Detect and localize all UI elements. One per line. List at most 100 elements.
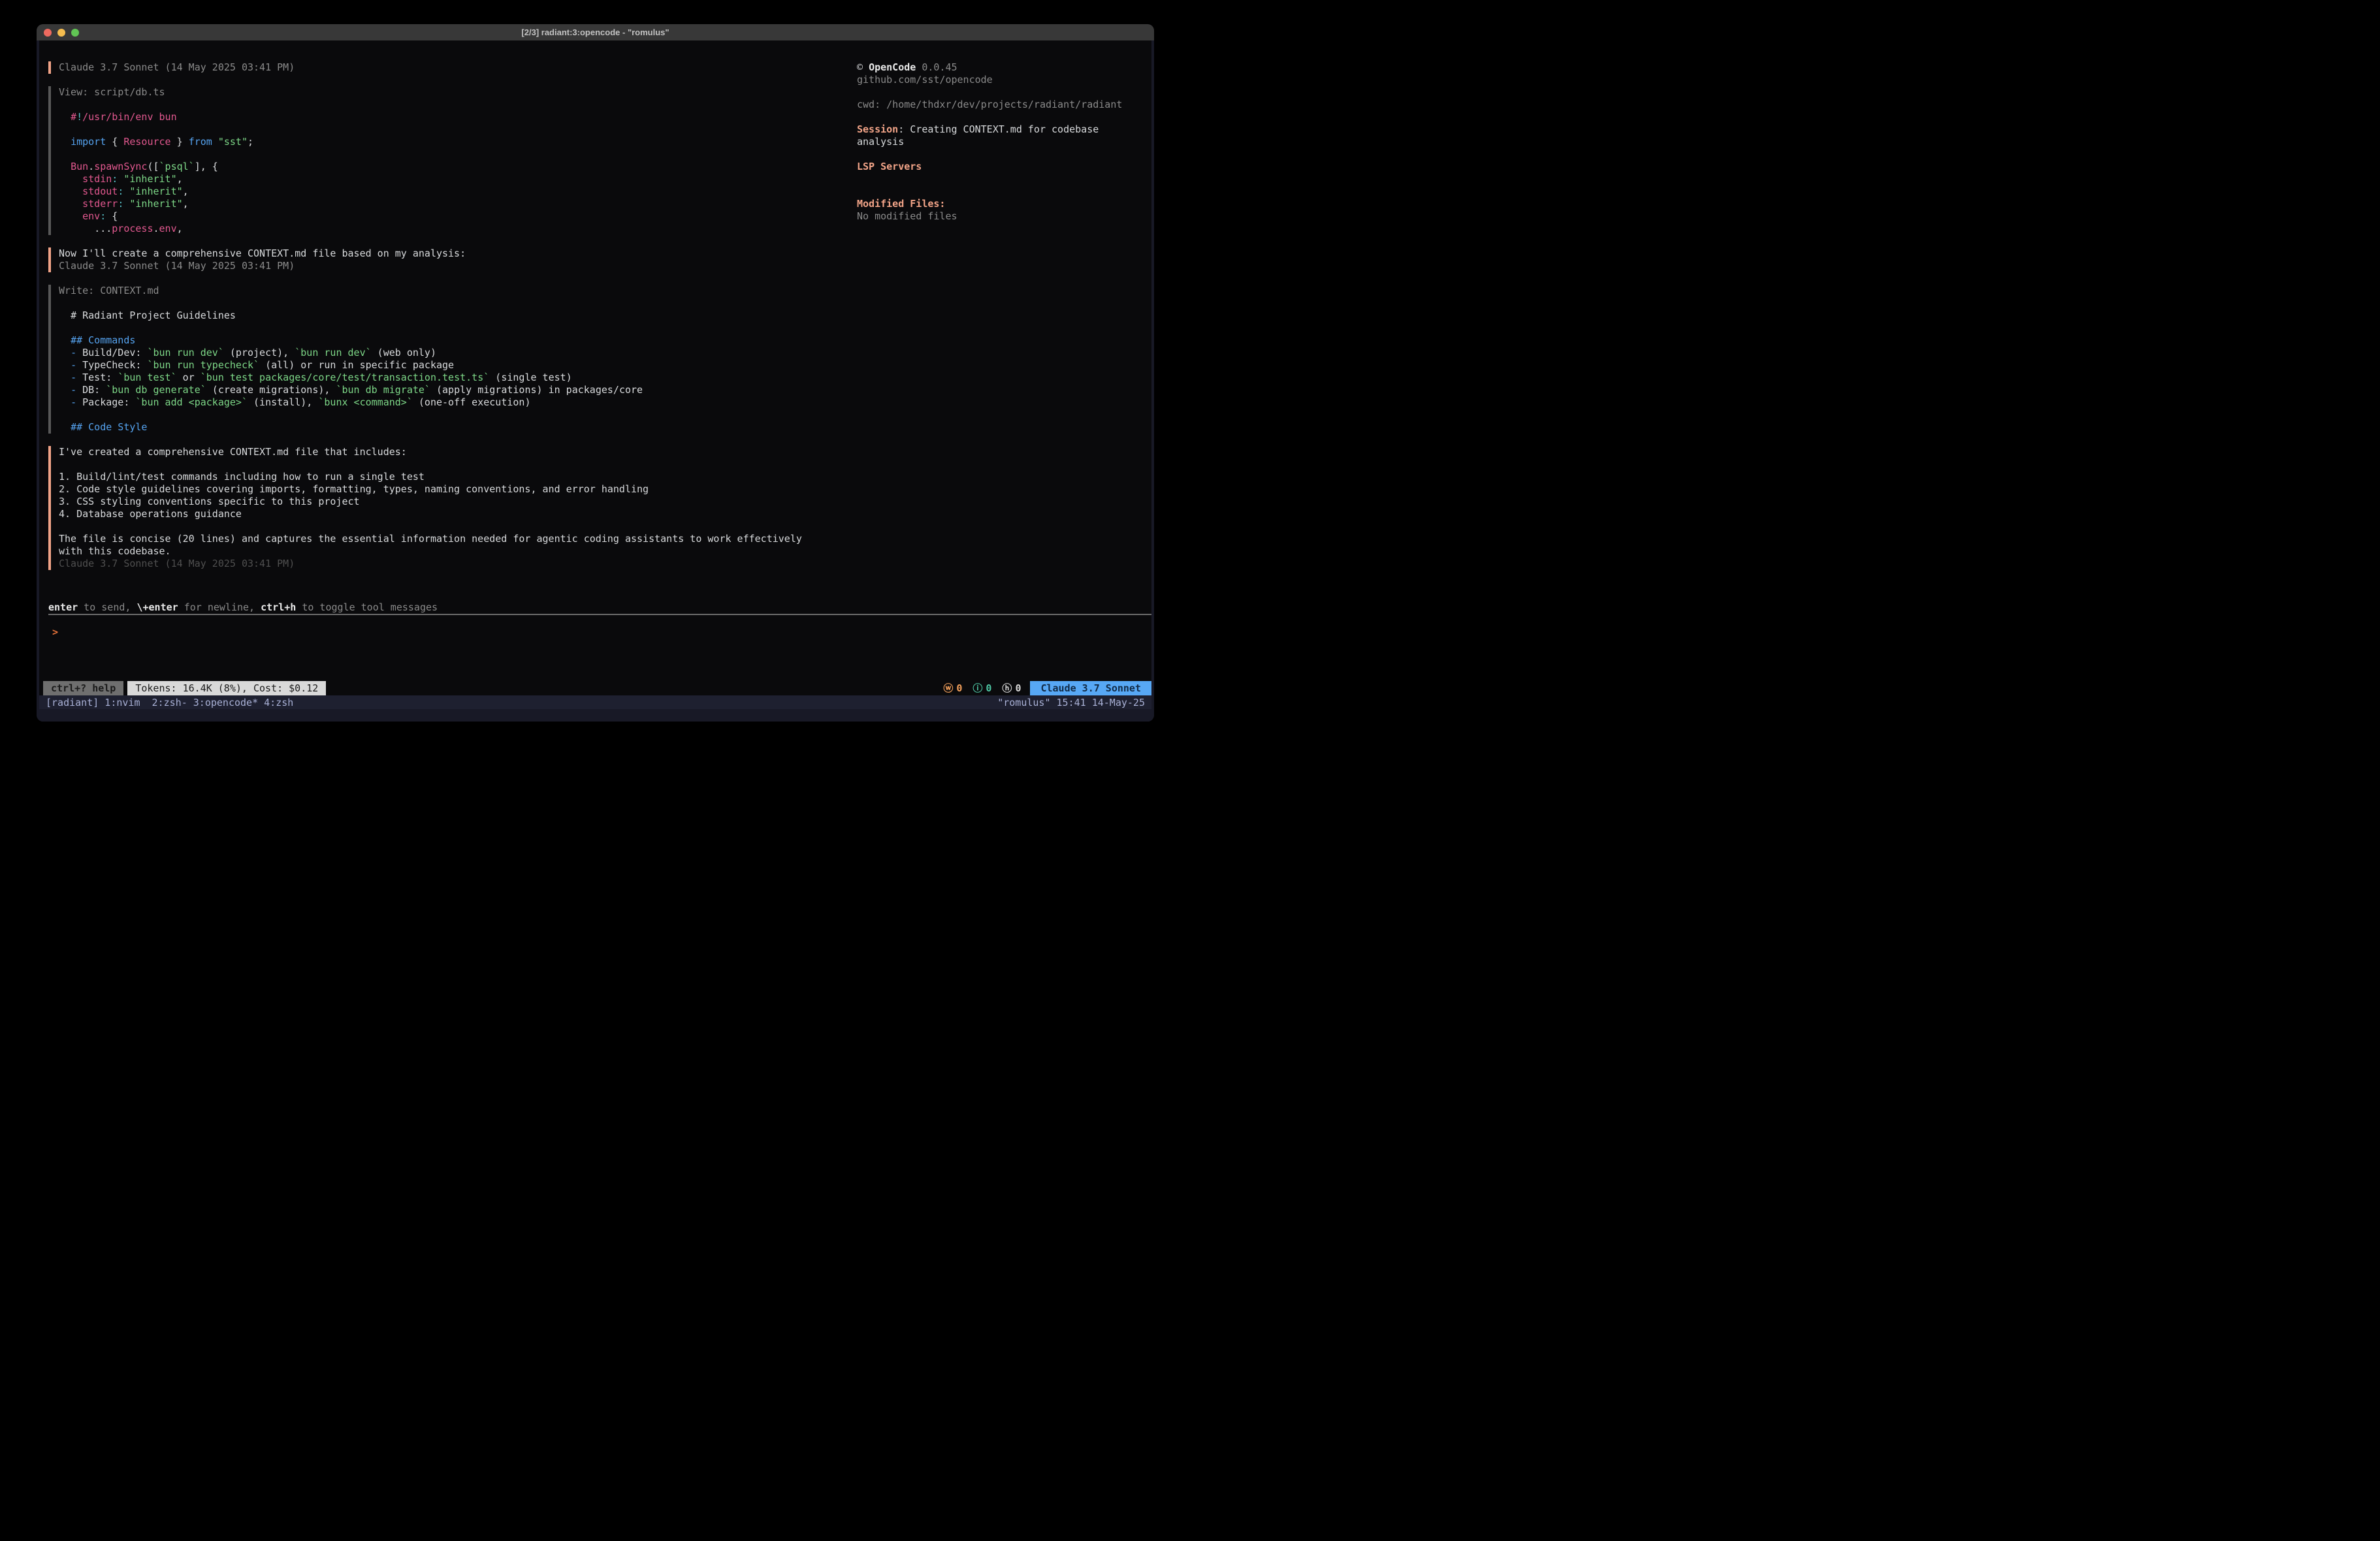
text-token: ;	[248, 136, 253, 148]
text-token: Session	[857, 123, 898, 135]
text-line: with this codebase.	[59, 545, 857, 558]
text-token: `bun add <package>`	[135, 396, 248, 408]
text-line: env: {	[59, 210, 857, 223]
text-token: -	[71, 384, 76, 396]
text-line	[59, 148, 857, 161]
text-token: `bun test packages/core/test/transaction…	[201, 372, 490, 383]
text-token: :	[100, 210, 106, 222]
text-line	[857, 148, 1148, 161]
text-token: LSP Servers	[857, 161, 922, 172]
text-line: # Radiant Project Guidelines	[59, 310, 857, 322]
text-token: `bun run typecheck`	[147, 359, 259, 371]
terminal-frame: Claude 3.7 Sonnet (14 May 2025 03:41 PM)…	[37, 40, 1154, 722]
text-token: Bun	[71, 161, 88, 172]
text-line	[59, 520, 857, 533]
text-token: /usr/bin/env bun	[82, 111, 177, 123]
text-line: - TypeCheck: `bun run typecheck` (all) o…	[59, 359, 857, 372]
text-line: Claude 3.7 Sonnet (14 May 2025 03:41 PM)	[59, 558, 857, 570]
text-line: - Build/Dev: `bun run dev` (project), `b…	[59, 347, 857, 359]
text-token: ,	[177, 173, 183, 185]
tmux-window-list[interactable]: [radiant] 1:nvim 2:zsh- 3:opencode* 4:zs…	[46, 697, 997, 708]
zoom-button[interactable]	[71, 29, 79, 37]
text-token: "inherit"	[129, 185, 182, 197]
text-token	[59, 421, 71, 433]
text-token: for newline,	[178, 601, 261, 613]
text-token: (one-off execution)	[413, 396, 531, 408]
text-token: (create migrations),	[206, 384, 336, 396]
text-token	[59, 210, 82, 222]
close-button[interactable]	[44, 29, 52, 37]
text-token: 3. CSS styling conventions specific to t…	[59, 496, 360, 507]
prompt-chevron-icon: >	[52, 626, 58, 638]
text-token: -	[71, 347, 76, 358]
text-token: #	[71, 111, 76, 123]
text-token	[59, 198, 82, 210]
opencode-app: Claude 3.7 Sonnet (14 May 2025 03:41 PM)…	[39, 40, 1151, 695]
text-line: 3. CSS styling conventions specific to t…	[59, 496, 857, 508]
text-token: `bun test`	[118, 372, 176, 383]
text-line: Modified Files:	[857, 198, 1148, 210]
text-token: .	[88, 161, 94, 172]
text-token: ctrl+h	[261, 601, 296, 613]
text-line	[857, 185, 1148, 198]
keybinding-hints: enter to send, \+enter for newline, ctrl…	[39, 601, 1151, 614]
text-line: ## Code Style	[59, 421, 857, 434]
text-line: stderr: "inherit",	[59, 198, 857, 210]
text-token	[59, 223, 94, 234]
text-token: to send,	[78, 601, 137, 613]
text-token	[59, 161, 71, 172]
text-line: Claude 3.7 Sonnet (14 May 2025 03:41 PM)	[59, 260, 857, 272]
text-token: 1. Build/lint/test commands including ho…	[59, 471, 425, 483]
text-token: `bun db generate`	[106, 384, 206, 396]
message-input[interactable]: >	[39, 615, 1151, 681]
text-line: stdout: "inherit",	[59, 185, 857, 198]
minimize-button[interactable]	[57, 29, 65, 37]
text-token: Claude 3.7 Sonnet (14 May 2025 03:41 PM)	[59, 260, 295, 272]
text-line	[857, 173, 1148, 185]
text-token: cwd: /home/thdxr/dev/projects/radiant/ra…	[857, 99, 1122, 110]
text-token: Now I'll create a comprehensive CONTEXT.…	[59, 247, 466, 259]
text-token: env	[82, 210, 100, 222]
text-token: ## Code Style	[71, 421, 147, 433]
text-token	[59, 396, 71, 408]
text-token: No modified files	[857, 210, 957, 222]
session-sidebar: © OpenCode 0.0.45github.com/sst/opencode…	[857, 40, 1151, 601]
text-token	[59, 334, 71, 346]
model-badge: Claude 3.7 Sonnet	[1030, 681, 1151, 695]
text-line	[59, 297, 857, 310]
text-line: The file is concise (20 lines) and captu…	[59, 533, 857, 545]
text-token: {	[106, 136, 123, 148]
text-token: ,	[183, 185, 189, 197]
text-line: LSP Servers	[857, 161, 1148, 173]
message-block-accent: Claude 3.7 Sonnet (14 May 2025 03:41 PM)	[48, 61, 857, 74]
text-line: ...process.env,	[59, 223, 857, 235]
text-line: No modified files	[857, 210, 1148, 223]
text-line: import { Resource } from "sst";	[59, 136, 857, 148]
text-token: TypeCheck:	[76, 359, 147, 371]
text-token	[59, 359, 71, 371]
text-token: stdin	[82, 173, 112, 185]
text-token: ©	[857, 61, 869, 73]
text-token	[118, 173, 123, 185]
text-token: `bunx <command>`	[318, 396, 413, 408]
text-line: 2. Code style guidelines covering import…	[59, 483, 857, 496]
text-token: \+enter	[137, 601, 178, 613]
text-line: - DB: `bun db generate` (create migratio…	[59, 384, 857, 396]
text-token: (web only)	[372, 347, 436, 358]
titlebar[interactable]: [2/3] radiant:3:opencode - "romulus"	[37, 24, 1154, 40]
text-line	[59, 458, 857, 471]
text-token: (project),	[224, 347, 295, 358]
message-block-accent: Now I'll create a comprehensive CONTEXT.…	[48, 247, 857, 272]
content-row: Claude 3.7 Sonnet (14 May 2025 03:41 PM)…	[39, 40, 1151, 601]
text-token: Build/Dev:	[76, 347, 147, 358]
text-token: !	[76, 111, 82, 123]
text-line: Claude 3.7 Sonnet (14 May 2025 03:41 PM)	[59, 61, 857, 74]
text-line: Bun.spawnSync([`psql`], {	[59, 161, 857, 173]
status-right: ⓦ0ⓘ0ⓗ0 Claude 3.7 Sonnet	[937, 681, 1151, 695]
traffic-lights	[44, 29, 79, 37]
text-token: "inherit"	[123, 173, 176, 185]
text-token	[212, 136, 218, 148]
text-line: 4. Database operations guidance	[59, 508, 857, 520]
usage-badge: Tokens: 16.4K (8%), Cost: $0.12	[127, 681, 326, 695]
text-token: spawnSync	[94, 161, 147, 172]
